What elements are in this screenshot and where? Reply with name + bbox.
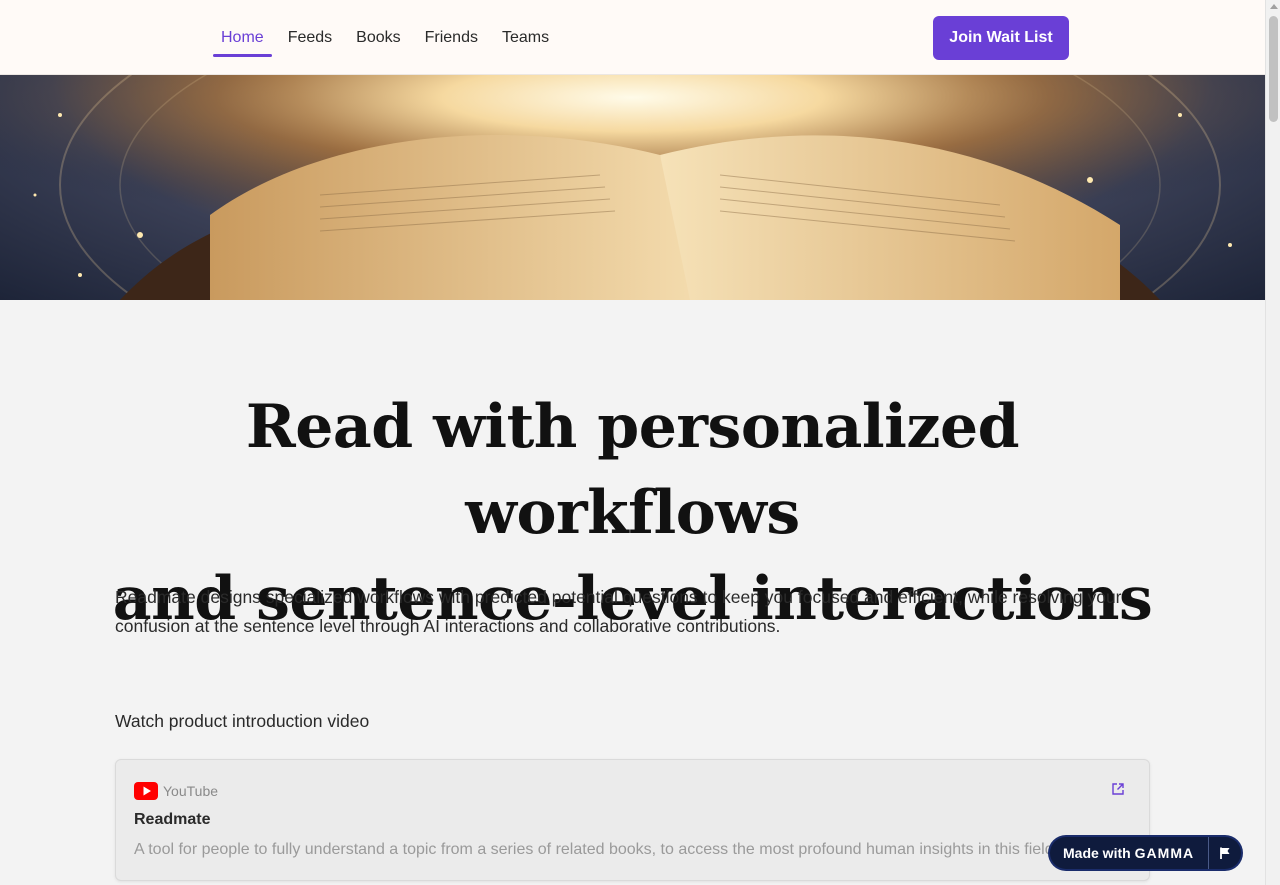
page: Home Feeds Books Friends Teams Join Wait…	[0, 0, 1265, 885]
badge-divider	[1208, 837, 1209, 869]
nav-item-teams[interactable]: Teams	[494, 0, 557, 75]
external-link-icon[interactable]	[1111, 782, 1125, 796]
gamma-logo: GAMMA	[1134, 845, 1195, 861]
nav-item-books[interactable]: Books	[348, 0, 408, 75]
youtube-embed-card[interactable]: YouTube Readmate A tool for people to fu…	[115, 759, 1150, 881]
top-header: Home Feeds Books Friends Teams Join Wait…	[0, 0, 1265, 75]
nav-item-friends[interactable]: Friends	[417, 0, 486, 75]
youtube-icon	[134, 782, 158, 800]
vertical-scrollbar[interactable]	[1265, 0, 1280, 885]
scroll-thumb[interactable]	[1269, 16, 1278, 122]
embed-source-label: YouTube	[163, 783, 219, 799]
embed-source: YouTube	[134, 782, 218, 800]
flag-icon[interactable]	[1218, 846, 1232, 860]
badge-prefix: Made with	[1063, 845, 1131, 861]
embed-description: A tool for people to fully understand a …	[134, 841, 1059, 858]
video-section-label: Watch product introduction video	[115, 711, 370, 731]
nav-item-label: Books	[356, 28, 401, 46]
title-line-1: Read with personalized workflows	[245, 392, 1020, 548]
embed-title: Readmate	[134, 811, 211, 828]
badge-text: Made with GAMMA	[1050, 845, 1194, 861]
intro-description: Readmate designs specialized workflows w…	[115, 587, 1122, 636]
nav-item-label: Home	[221, 28, 264, 46]
nav-item-label: Teams	[501, 28, 550, 46]
hero-image	[0, 75, 1265, 300]
nav-item-feeds[interactable]: Feeds	[280, 0, 340, 75]
scroll-up-arrow-icon[interactable]	[1270, 4, 1278, 9]
nav-item-label: Feeds	[287, 28, 333, 46]
nav-item-label: Friends	[424, 28, 478, 46]
nav-item-home[interactable]: Home	[213, 0, 272, 75]
made-with-gamma-badge[interactable]: Made with GAMMA	[1050, 837, 1241, 869]
open-book-illustration	[0, 75, 1265, 300]
join-wait-list-button[interactable]: Join Wait List	[933, 16, 1069, 60]
main-nav: Home Feeds Books Friends Teams	[213, 0, 565, 75]
